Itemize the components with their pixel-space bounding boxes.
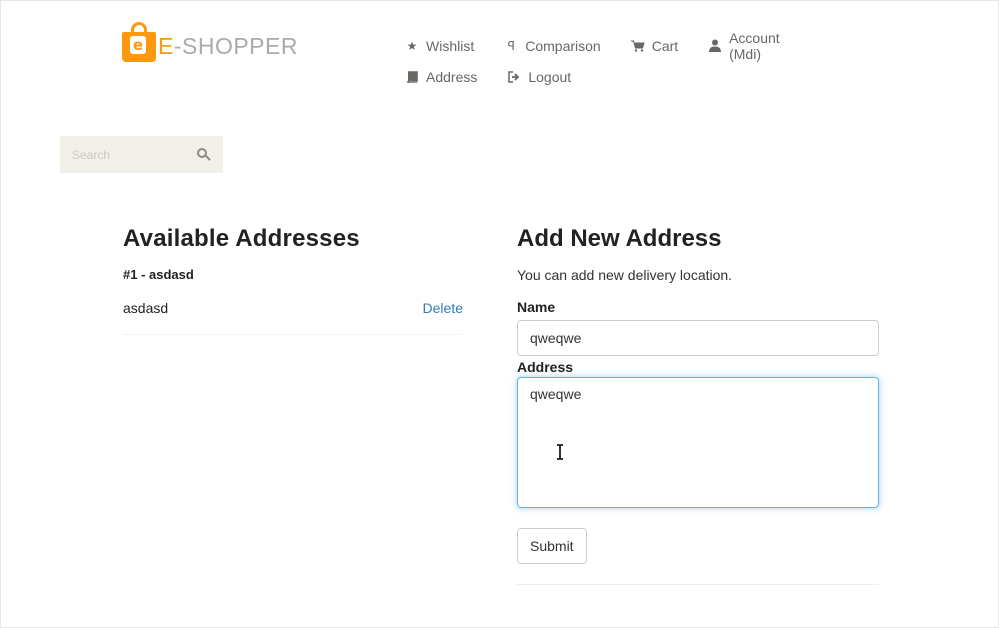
nav-logout[interactable]: Logout (507, 69, 571, 85)
top-nav: ★ Wishlist ꟼ Comparison Cart Account (Md… (405, 30, 845, 92)
name-label: Name (517, 299, 556, 315)
nav-wishlist[interactable]: ★ Wishlist (405, 37, 475, 54)
nav-comparison[interactable]: ꟼ Comparison (504, 37, 601, 54)
add-address-heading: Add New Address (517, 225, 722, 252)
address-item-text: asdasd (123, 300, 169, 316)
address-item: asdasd Delete (123, 300, 463, 316)
nav-cart[interactable]: Cart (630, 37, 679, 54)
search-icon[interactable] (197, 147, 211, 162)
sign-out-icon (507, 70, 521, 84)
shopping-bag-icon: e (122, 22, 156, 62)
divider (123, 334, 463, 335)
search-input[interactable] (72, 147, 192, 162)
nav-label: Wishlist (426, 37, 475, 54)
nav-label: Account (Mdi) (729, 29, 780, 62)
available-addresses-section: Available Addresses #1 - asdasd asdasd D… (123, 225, 463, 335)
add-address-description: You can add new delivery location. (517, 267, 733, 283)
nav-account[interactable]: Account (Mdi) (708, 30, 815, 62)
name-field[interactable] (517, 320, 879, 356)
add-address-form: Add New Address You can add new delivery… (517, 225, 879, 585)
address-label: Address (517, 359, 574, 375)
text-cursor-icon (556, 444, 564, 460)
nav-address[interactable]: Address (405, 69, 477, 85)
logo-text: E-SHOPPER (158, 32, 298, 59)
cart-icon (630, 39, 645, 53)
comparison-icon: ꟼ (507, 38, 515, 53)
book-icon (405, 70, 419, 84)
user-icon (708, 39, 722, 53)
submit-button[interactable]: Submit (517, 528, 587, 564)
star-icon: ★ (406, 38, 418, 53)
divider (517, 584, 879, 585)
nav-label: Cart (651, 37, 679, 54)
delete-address-link[interactable]: Delete (423, 300, 463, 316)
nav-label: Logout (528, 68, 572, 85)
available-addresses-heading: Available Addresses (123, 225, 360, 252)
address-item-title: #1 - asdasd (123, 267, 194, 282)
logo[interactable]: e E-SHOPPER (122, 22, 298, 62)
address-field[interactable]: qweqwe (517, 377, 879, 508)
nav-label: Address (426, 68, 478, 85)
logo-badge: e (130, 36, 146, 54)
nav-label: Comparison (525, 37, 601, 54)
search-box (60, 136, 223, 173)
